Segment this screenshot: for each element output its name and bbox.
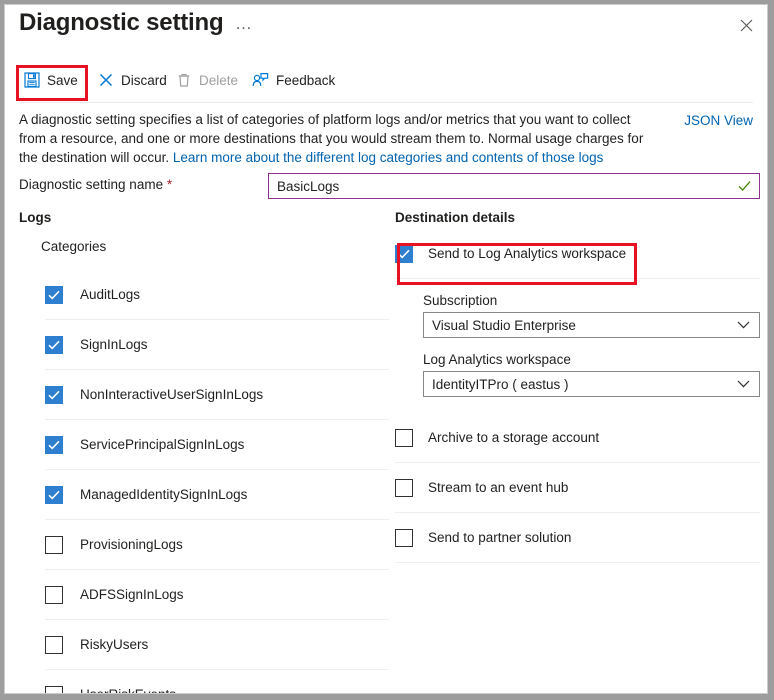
- destination-option-row[interactable]: Stream to an event hub: [395, 463, 760, 513]
- destination-section-title: Destination details: [395, 210, 760, 225]
- workspace-label: Log Analytics workspace: [423, 352, 760, 367]
- close-icon[interactable]: [734, 13, 758, 37]
- feedback-button-label: Feedback: [276, 73, 335, 88]
- send-to-log-analytics-checkbox[interactable]: [395, 245, 413, 263]
- noninteractiveusersigninlogs-checkbox[interactable]: [45, 386, 63, 404]
- noninteractiveusersigninlogs-label[interactable]: NonInteractiveUserSignInLogs: [80, 387, 263, 402]
- riskyusers-label[interactable]: RiskyUsers: [80, 637, 148, 652]
- provisioninglogs-label[interactable]: ProvisioningLogs: [80, 537, 183, 552]
- more-options-ellipsis-icon[interactable]: …: [235, 14, 253, 34]
- feedback-button[interactable]: Feedback: [249, 63, 338, 97]
- chevron-down-icon: [737, 321, 759, 329]
- subscription-label: Subscription: [423, 293, 760, 308]
- destination-option-row[interactable]: Send to partner solution: [395, 513, 760, 563]
- log-category-row[interactable]: ManagedIdentitySignInLogs: [45, 470, 389, 520]
- page-title: Diagnostic setting: [19, 9, 223, 37]
- destination-option-row[interactable]: Archive to a storage account: [395, 413, 760, 463]
- subscription-selected-value: Visual Studio Enterprise: [424, 318, 737, 333]
- setting-name-input[interactable]: [269, 174, 738, 198]
- log-category-row[interactable]: UserRiskEvents: [45, 670, 389, 694]
- log-category-row[interactable]: NonInteractiveUserSignInLogs: [45, 370, 389, 420]
- provisioninglogs-checkbox[interactable]: [45, 536, 63, 554]
- send-to-partner-solution-label[interactable]: Send to partner solution: [428, 530, 571, 545]
- log-category-row[interactable]: ADFSSignInLogs: [45, 570, 389, 620]
- subscription-field-group: Subscription Visual Studio Enterprise: [423, 293, 760, 338]
- riskyusers-checkbox[interactable]: [45, 636, 63, 654]
- workspace-select[interactable]: IdentityITPro ( eastus ): [423, 371, 760, 397]
- auditlogs-checkbox[interactable]: [45, 286, 63, 304]
- stream-to-an-event-hub-checkbox[interactable]: [395, 479, 413, 497]
- managedidentitysigninlogs-label[interactable]: ManagedIdentitySignInLogs: [80, 487, 247, 502]
- save-button-label: Save: [47, 73, 78, 88]
- serviceprincipalsigninlogs-label[interactable]: ServicePrincipalSignInLogs: [80, 437, 244, 452]
- adfssigninlogs-label[interactable]: ADFSSignInLogs: [80, 587, 184, 602]
- archive-to-a-storage-account-label[interactable]: Archive to a storage account: [428, 430, 599, 445]
- log-category-row[interactable]: ServicePrincipalSignInLogs: [45, 420, 389, 470]
- delete-button-label: Delete: [199, 73, 238, 88]
- subscription-select[interactable]: Visual Studio Enterprise: [423, 312, 760, 338]
- setting-name-label-text: Diagnostic setting name: [19, 177, 163, 192]
- log-category-row[interactable]: AuditLogs: [45, 270, 389, 320]
- send-to-log-analytics-label[interactable]: Send to Log Analytics workspace: [428, 246, 626, 261]
- diagnostic-setting-blade: Diagnostic setting … Save: [4, 4, 768, 694]
- signinlogs-label[interactable]: SignInLogs: [80, 337, 148, 352]
- logs-section-title: Logs: [19, 210, 389, 225]
- archive-to-a-storage-account-checkbox[interactable]: [395, 429, 413, 447]
- save-button[interactable]: Save: [21, 63, 81, 97]
- serviceprincipalsigninlogs-checkbox[interactable]: [45, 436, 63, 454]
- stream-to-an-event-hub-label[interactable]: Stream to an event hub: [428, 480, 568, 495]
- x-cross-icon: [98, 72, 114, 88]
- send-to-log-analytics-row[interactable]: Send to Log Analytics workspace: [395, 229, 760, 279]
- logs-categories-subtitle: Categories: [41, 239, 389, 254]
- command-bar-divider: [19, 102, 753, 103]
- log-categories-list: AuditLogs SignInLogs NonInteractiveUserSig…: [19, 270, 389, 694]
- green-check-icon: [738, 180, 759, 192]
- delete-button: Delete: [173, 63, 241, 97]
- setting-name-field[interactable]: [268, 173, 760, 199]
- log-category-row[interactable]: ProvisioningLogs: [45, 520, 389, 570]
- command-bar: Save Discard Delete: [5, 63, 767, 99]
- required-asterisk: *: [167, 177, 172, 192]
- userriskevents-label[interactable]: UserRiskEvents: [80, 687, 176, 694]
- signinlogs-checkbox[interactable]: [45, 336, 63, 354]
- log-category-row[interactable]: RiskyUsers: [45, 620, 389, 670]
- destination-options-list: Archive to a storage account Stream to an…: [395, 413, 760, 563]
- managedidentitysigninlogs-checkbox[interactable]: [45, 486, 63, 504]
- workspace-selected-value: IdentityITPro ( eastus ): [424, 377, 737, 392]
- logs-column: Logs Categories AuditLogs SignInLogs NonIn…: [19, 210, 389, 694]
- destination-column: Destination details Send to Log Analytic…: [395, 210, 760, 563]
- learn-more-link[interactable]: Learn more about the different log categ…: [173, 150, 604, 165]
- description-text: A diagnostic setting specifies a list of…: [19, 110, 659, 167]
- discard-button-label: Discard: [121, 73, 167, 88]
- log-category-row[interactable]: SignInLogs: [45, 320, 389, 370]
- setting-name-label: Diagnostic setting name *: [19, 177, 172, 192]
- json-view-link[interactable]: JSON View: [684, 113, 753, 128]
- chevron-down-icon: [737, 380, 759, 388]
- send-to-partner-solution-checkbox[interactable]: [395, 529, 413, 547]
- userriskevents-checkbox[interactable]: [45, 686, 63, 695]
- save-disk-icon: [24, 72, 40, 88]
- workspace-field-group: Log Analytics workspace IdentityITPro ( …: [423, 352, 760, 397]
- blade-header: Diagnostic setting …: [5, 5, 767, 51]
- adfssigninlogs-checkbox[interactable]: [45, 586, 63, 604]
- trash-icon: [176, 72, 192, 88]
- discard-button[interactable]: Discard: [95, 63, 170, 97]
- person-feedback-icon: [252, 72, 269, 88]
- auditlogs-label[interactable]: AuditLogs: [80, 287, 140, 302]
